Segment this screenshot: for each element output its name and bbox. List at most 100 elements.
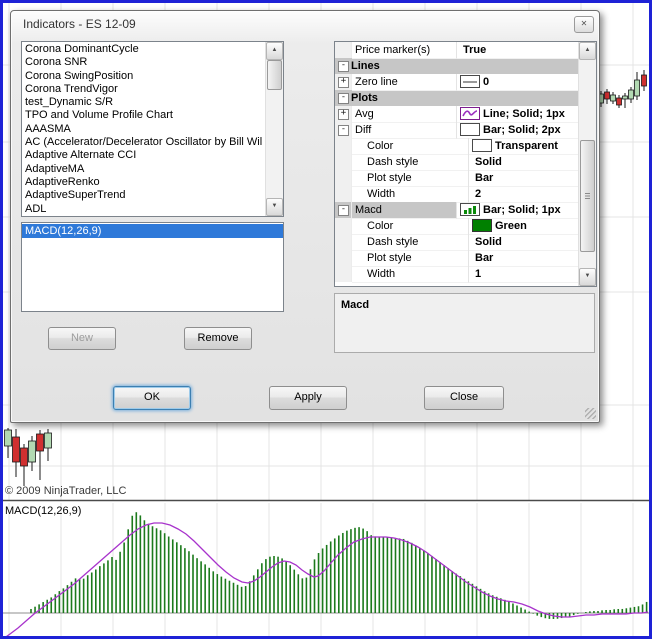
empty-box-icon [472, 139, 492, 152]
scroll-up-icon[interactable]: ▲ [266, 42, 283, 60]
ok-button[interactable]: OK [113, 386, 191, 410]
property-value[interactable]: Bar; Solid; 2px [457, 122, 579, 139]
property-value[interactable]: Solid [469, 234, 579, 251]
property-value[interactable]: 1 [469, 266, 579, 283]
dialog-title: Indicators - ES 12-09 [23, 17, 136, 31]
property-value[interactable]: Transparent [469, 138, 579, 155]
expander-cell[interactable]: + [335, 106, 352, 122]
property-value[interactable]: Bar; Solid; 1px [457, 202, 579, 219]
close-icon[interactable]: ✕ [574, 16, 594, 33]
selected-indicators-list: MACD(12,26,9) [21, 222, 284, 312]
property-row[interactable]: Color Green [335, 217, 579, 235]
scrollbar-thumb[interactable] [267, 60, 282, 90]
expander-cell [335, 154, 352, 170]
indicator-list-item[interactable]: AdaptiveRenko [22, 176, 266, 189]
property-row[interactable]: Color Transparent [335, 137, 579, 155]
property-row[interactable]: + Avg Line; Solid; 1px [335, 105, 579, 123]
property-value-text: Bar [475, 171, 494, 184]
property-name: Dash style [352, 153, 469, 171]
remove-button[interactable]: Remove [184, 327, 252, 350]
property-name: Color [352, 137, 469, 155]
property-value-text: Transparent [495, 139, 558, 152]
indicator-list-item[interactable]: AdaptiveMA [22, 163, 266, 176]
property-value-text: Bar [475, 251, 494, 264]
resize-grip[interactable] [585, 408, 596, 419]
expander-cell[interactable]: - [335, 58, 351, 74]
avg-line-icon [460, 107, 480, 120]
indicator-list-item[interactable]: Corona TrendVigor [22, 83, 266, 96]
expander-cell[interactable]: - [335, 90, 351, 106]
indicator-list-item[interactable]: ADL [22, 203, 266, 216]
property-value[interactable]: 0 [457, 74, 579, 91]
property-value[interactable]: Solid [469, 154, 579, 171]
expander-cell[interactable]: + [335, 74, 352, 90]
apply-button[interactable]: Apply [269, 386, 347, 410]
scroll-down-icon[interactable]: ▼ [579, 268, 596, 286]
property-value[interactable]: Line; Solid; 1px [457, 106, 579, 123]
macd-bars-icon [460, 203, 480, 216]
expander-cell[interactable]: - [335, 202, 352, 218]
selected-indicator-item[interactable]: MACD(12,26,9) [22, 224, 283, 238]
property-category-label: Plots [351, 92, 378, 104]
indicator-list-item[interactable]: Corona SNR [22, 56, 266, 69]
expander-cell [335, 186, 352, 202]
expand-icon[interactable]: + [338, 77, 349, 88]
property-value[interactable]: 2 [469, 186, 579, 203]
property-value[interactable]: Bar [469, 170, 579, 187]
copyright-label: © 2009 NinjaTrader, LLC [5, 485, 127, 497]
property-name: Width [352, 265, 469, 283]
indicator-list-item[interactable]: AAASMA [22, 123, 266, 136]
property-row[interactable]: - Macd Bar; Solid; 1px [335, 201, 579, 219]
property-row[interactable]: + Zero line 0 [335, 73, 579, 91]
indicator-list-item[interactable]: Corona SwingPosition [22, 70, 266, 83]
scroll-up-icon[interactable]: ▲ [579, 42, 596, 60]
scroll-down-icon[interactable]: ▼ [266, 198, 283, 216]
expander-cell [335, 170, 352, 186]
expander-cell [335, 234, 352, 250]
ninjatrader-chart-window: © 2009 NinjaTrader, LLC MACD(12,26,9) In… [0, 0, 652, 639]
property-value[interactable]: Bar [469, 250, 579, 267]
property-value[interactable]: Green [469, 218, 579, 235]
indicator-list-item[interactable]: AdaptiveSuperTrend [22, 189, 266, 202]
indicator-list-item[interactable]: test_Dynamic S/R [22, 96, 266, 109]
property-category-row[interactable]: - Lines [335, 58, 579, 74]
property-value-text: True [463, 43, 487, 56]
property-category-row[interactable]: - Plots [335, 90, 579, 106]
property-value-text: Bar; Solid; 1px [483, 203, 561, 216]
property-row[interactable]: Dash style Solid [335, 233, 579, 251]
property-row[interactable]: Width 1 [335, 265, 579, 283]
property-name: Color [352, 217, 469, 235]
property-row[interactable]: - Diff Bar; Solid; 2px [335, 121, 579, 139]
indicator-list-item[interactable]: AC (Accelerator/Decelerator Oscillator b… [22, 136, 266, 149]
property-row[interactable]: Plot style Bar [335, 249, 579, 267]
indicator-list-item[interactable]: Adaptive Alternate CCI [22, 149, 266, 162]
property-name: Diff [352, 121, 457, 139]
expand-icon[interactable]: + [338, 109, 349, 120]
property-category-label: Lines [351, 60, 380, 72]
property-row[interactable]: Price marker(s) True [335, 42, 579, 59]
collapse-icon[interactable]: - [338, 205, 349, 216]
property-name: Avg [352, 105, 457, 123]
collapse-icon[interactable]: - [338, 61, 349, 72]
indicators-dialog: Indicators - ES 12-09 ✕ Corona DominantC… [10, 10, 600, 423]
close-button[interactable]: Close [424, 386, 504, 410]
property-name: Dash style [352, 233, 469, 251]
scrollbar-thumb[interactable] [580, 140, 595, 252]
available-list-scrollbar[interactable]: ▲ ▼ [265, 42, 283, 216]
property-grid-scrollbar[interactable]: ▲ ▼ [578, 42, 596, 286]
property-row[interactable]: Dash style Solid [335, 153, 579, 171]
collapse-icon[interactable]: - [338, 125, 349, 136]
property-name: Zero line [352, 73, 457, 91]
property-value-text: 2 [475, 187, 482, 200]
indicator-list-item[interactable]: TPO and Volume Profile Chart [22, 109, 266, 122]
collapse-icon[interactable]: - [338, 93, 349, 104]
indicator-list-item[interactable]: Corona DominantCycle [22, 43, 266, 56]
property-value-text: 1 [475, 267, 482, 280]
expander-cell[interactable]: - [335, 122, 352, 138]
property-value[interactable]: True [457, 42, 579, 59]
property-row[interactable]: Width 2 [335, 185, 579, 203]
property-name: Width [352, 185, 469, 203]
property-value-text: Solid [475, 235, 502, 248]
property-row[interactable]: Plot style Bar [335, 169, 579, 187]
property-grid: Price marker(s) True - Lines + Zero line 0- Plo… [334, 41, 597, 287]
